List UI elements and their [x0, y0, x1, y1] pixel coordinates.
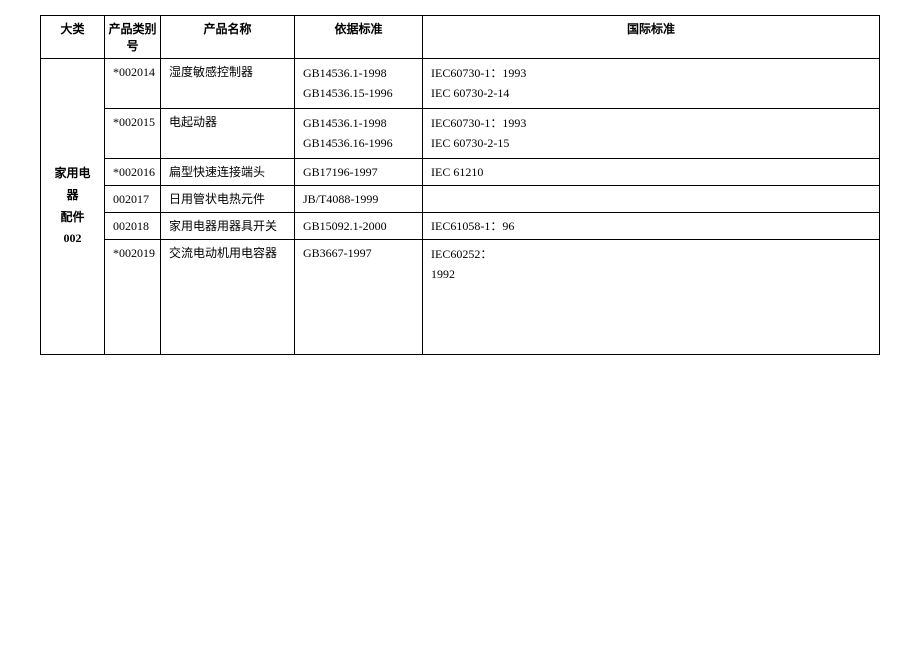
cell-basis: GB15092.1-2000 — [295, 212, 423, 239]
cell-basis: JB/T4088-1999 — [295, 185, 423, 212]
cell-intl: IEC60730-1：1993IEC 60730-2-14 — [423, 59, 880, 109]
cell-intl: IEC61058-1：96 — [423, 212, 880, 239]
cell-prodname: 交流电动机用电容器 — [161, 239, 295, 355]
header-intl: 国际标准 — [423, 16, 880, 59]
cell-intl — [423, 185, 880, 212]
table-row: *002019 交流电动机用电容器 GB3667-1997 IEC60252：1… — [41, 239, 880, 355]
cell-prodnum: 002018 — [105, 212, 161, 239]
table-row: *002015 电起动器 GB14536.1-1998GB14536.16-19… — [41, 108, 880, 158]
header-basis: 依据标准 — [295, 16, 423, 59]
cell-intl: IEC 61210 — [423, 158, 880, 185]
header-prodnum: 产品类别号 — [105, 16, 161, 59]
header-category: 大类 — [41, 16, 105, 59]
header-prodname: 产品名称 — [161, 16, 295, 59]
table-row: *002016 扁型快速连接端头 GB17196-1997 IEC 61210 — [41, 158, 880, 185]
table-row: 家用电器配件002 *002014 湿度敏感控制器 GB14536.1-1998… — [41, 59, 880, 109]
table-row: 002018 家用电器用器具开关 GB15092.1-2000 IEC61058… — [41, 212, 880, 239]
cell-prodname: 日用管状电热元件 — [161, 185, 295, 212]
cell-prodnum: *002016 — [105, 158, 161, 185]
cell-basis: GB3667-1997 — [295, 239, 423, 355]
category-cell: 家用电器配件002 — [41, 59, 105, 355]
cell-prodnum: *002015 — [105, 108, 161, 158]
standards-table: 大类 产品类别号 产品名称 依据标准 国际标准 家用电器配件002 *00201… — [40, 15, 880, 355]
cell-prodname: 扁型快速连接端头 — [161, 158, 295, 185]
cell-basis: GB14536.1-1998GB14536.16-1996 — [295, 108, 423, 158]
cell-prodnum: *002019 — [105, 239, 161, 355]
cell-basis: GB14536.1-1998GB14536.15-1996 — [295, 59, 423, 109]
cell-intl: IEC60730-1：1993IEC 60730-2-15 — [423, 108, 880, 158]
cell-prodnum: *002014 — [105, 59, 161, 109]
cell-basis: GB17196-1997 — [295, 158, 423, 185]
cell-prodname: 湿度敏感控制器 — [161, 59, 295, 109]
cell-prodname: 家用电器用器具开关 — [161, 212, 295, 239]
cell-prodnum: 002017 — [105, 185, 161, 212]
cell-prodname: 电起动器 — [161, 108, 295, 158]
table-row: 002017 日用管状电热元件 JB/T4088-1999 — [41, 185, 880, 212]
table-header-row: 大类 产品类别号 产品名称 依据标准 国际标准 — [41, 16, 880, 59]
cell-intl: IEC60252：1992 — [423, 239, 880, 355]
